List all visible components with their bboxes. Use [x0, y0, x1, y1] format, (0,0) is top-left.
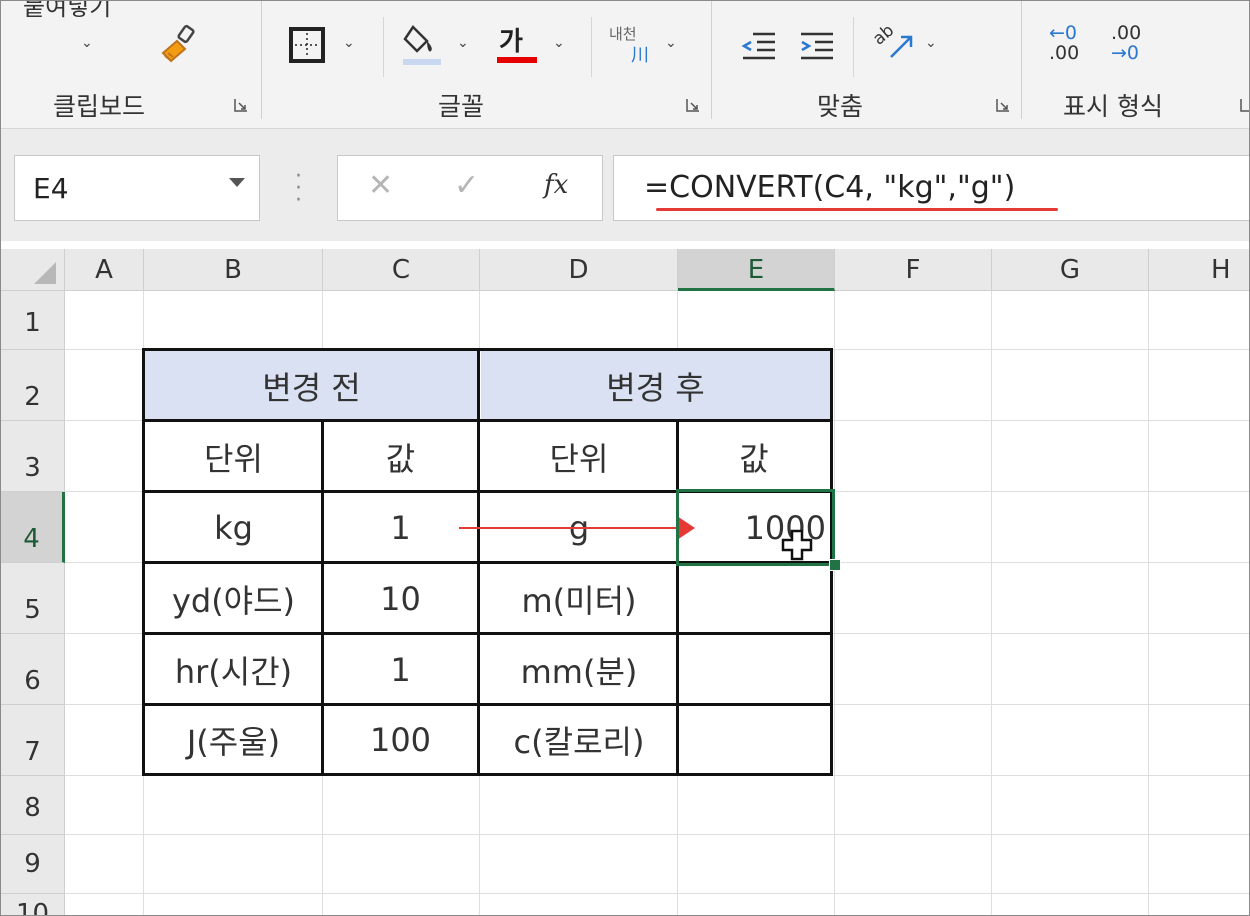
borders-icon[interactable]: [289, 27, 325, 63]
cancel-icon[interactable]: ✕: [368, 168, 393, 203]
insert-function-icon[interactable]: fx: [544, 170, 568, 200]
table-border: [676, 420, 679, 776]
ribbon-divider: [261, 1, 262, 119]
decrease-decimal-top: .00: [1111, 22, 1142, 44]
formula-input[interactable]: =CONVERT(C4, "kg","g"): [613, 155, 1249, 221]
fill-color-dropdown-chevron-icon[interactable]: ⌄: [457, 35, 469, 51]
row-header-6[interactable]: 6: [1, 634, 65, 705]
gridline: [65, 893, 1249, 894]
name-box-value: E4: [33, 172, 69, 205]
column-header-b[interactable]: B: [144, 249, 323, 291]
excel-window: 붙여넣기 ⌄ 클립보드 ⌄ ⌄ 가 ⌄ 내천 川 ⌄ 글꼴 ab ⌄ 맞춤 ←0…: [0, 0, 1250, 916]
font-color-swatch: [497, 57, 537, 63]
ribbon-divider: [711, 1, 712, 119]
table-border: [142, 632, 833, 635]
number-launcher-icon[interactable]: [1239, 97, 1250, 113]
fill-color-icon[interactable]: [401, 21, 443, 67]
row-header-4[interactable]: 4: [1, 492, 65, 563]
formula-bar-resize-handle-icon[interactable]: · · ·: [295, 166, 302, 212]
row-header-9[interactable]: 9: [1, 835, 65, 894]
row-header-8[interactable]: 8: [1, 776, 65, 835]
gridline: [991, 291, 992, 915]
clipboard-group-label: 클립보드: [53, 92, 146, 121]
select-all-triangle-icon: [34, 262, 56, 284]
font-color-dropdown-chevron-icon[interactable]: ⌄: [553, 35, 565, 51]
font-launcher-icon[interactable]: [685, 97, 701, 113]
row-header-10[interactable]: 10: [1, 894, 65, 915]
gridline: [1148, 291, 1149, 915]
orientation-dropdown-chevron-icon[interactable]: ⌄: [925, 35, 937, 51]
row-header-2[interactable]: 2: [1, 350, 65, 421]
formula-highlight-underline: [656, 208, 1058, 211]
font-color-icon[interactable]: 가: [499, 21, 523, 58]
orientation-arrow-icon: [890, 35, 913, 58]
formula-text: =CONVERT(C4, "kg","g"): [644, 170, 1016, 205]
ribbon: 붙여넣기 ⌄ 클립보드 ⌄ ⌄ 가 ⌄ 내천 川 ⌄ 글꼴 ab ⌄ 맞춤 ←0…: [1, 0, 1250, 129]
gridline: [834, 291, 835, 915]
name-box-dropdown-icon[interactable]: [229, 178, 245, 187]
column-header-a[interactable]: A: [65, 249, 144, 291]
table-border: [142, 703, 833, 706]
increase-decimal-icon[interactable]: ←0 .00: [1049, 23, 1079, 63]
decrease-decimal-bottom: →0: [1111, 42, 1140, 64]
table-border: [142, 419, 833, 422]
column-header-d[interactable]: D: [480, 249, 678, 291]
column-header-c[interactable]: C: [323, 249, 480, 291]
number-group-label: 표시 형식: [1063, 92, 1163, 121]
row-header-3[interactable]: 3: [1, 421, 65, 492]
format-painter-icon[interactable]: [157, 23, 199, 65]
gridline: [65, 834, 1249, 835]
alignment-group-label: 맞춤: [817, 92, 864, 121]
column-header-e[interactable]: E: [678, 249, 835, 291]
phonetic-dropdown-chevron-icon[interactable]: ⌄: [665, 35, 677, 51]
column-header-h[interactable]: H: [1149, 249, 1249, 291]
decrease-indent-icon[interactable]: [741, 31, 777, 61]
paste-dropdown-chevron-icon[interactable]: ⌄: [81, 35, 93, 51]
ribbon-divider: [1021, 1, 1022, 119]
column-header-g[interactable]: G: [992, 249, 1149, 291]
table-border: [321, 420, 324, 776]
alignment-launcher-icon[interactable]: [995, 97, 1011, 113]
row-header-5[interactable]: 5: [1, 563, 65, 634]
increase-indent-icon[interactable]: [799, 31, 835, 61]
borders-dropdown-chevron-icon[interactable]: ⌄: [343, 35, 355, 51]
increase-decimal-bottom: .00: [1049, 42, 1080, 64]
increase-decimal-top: ←0: [1049, 22, 1078, 44]
decrease-decimal-icon[interactable]: .00 →0: [1111, 23, 1141, 63]
ribbon-divider: [591, 17, 592, 77]
formula-buttons: ✕ ✓ fx: [337, 155, 603, 221]
fill-handle[interactable]: [829, 559, 841, 571]
ribbon-divider: [853, 17, 854, 77]
phonetic-guide-sub: 川: [631, 45, 649, 66]
cell-select-cursor-icon: [781, 529, 813, 561]
font-group-label: 글꼴: [438, 92, 485, 121]
clipboard-launcher-icon[interactable]: [233, 97, 249, 113]
row-header-7[interactable]: 7: [1, 705, 65, 776]
name-box[interactable]: E4: [14, 155, 260, 221]
select-all-button[interactable]: [1, 249, 65, 291]
annotation-arrow-line: [459, 527, 681, 529]
enter-icon[interactable]: ✓: [454, 168, 479, 203]
ribbon-divider: [383, 17, 384, 77]
row-header-1[interactable]: 1: [1, 291, 65, 350]
paste-label-partial: 붙여넣기: [23, 0, 112, 21]
column-header-f[interactable]: F: [835, 249, 992, 291]
